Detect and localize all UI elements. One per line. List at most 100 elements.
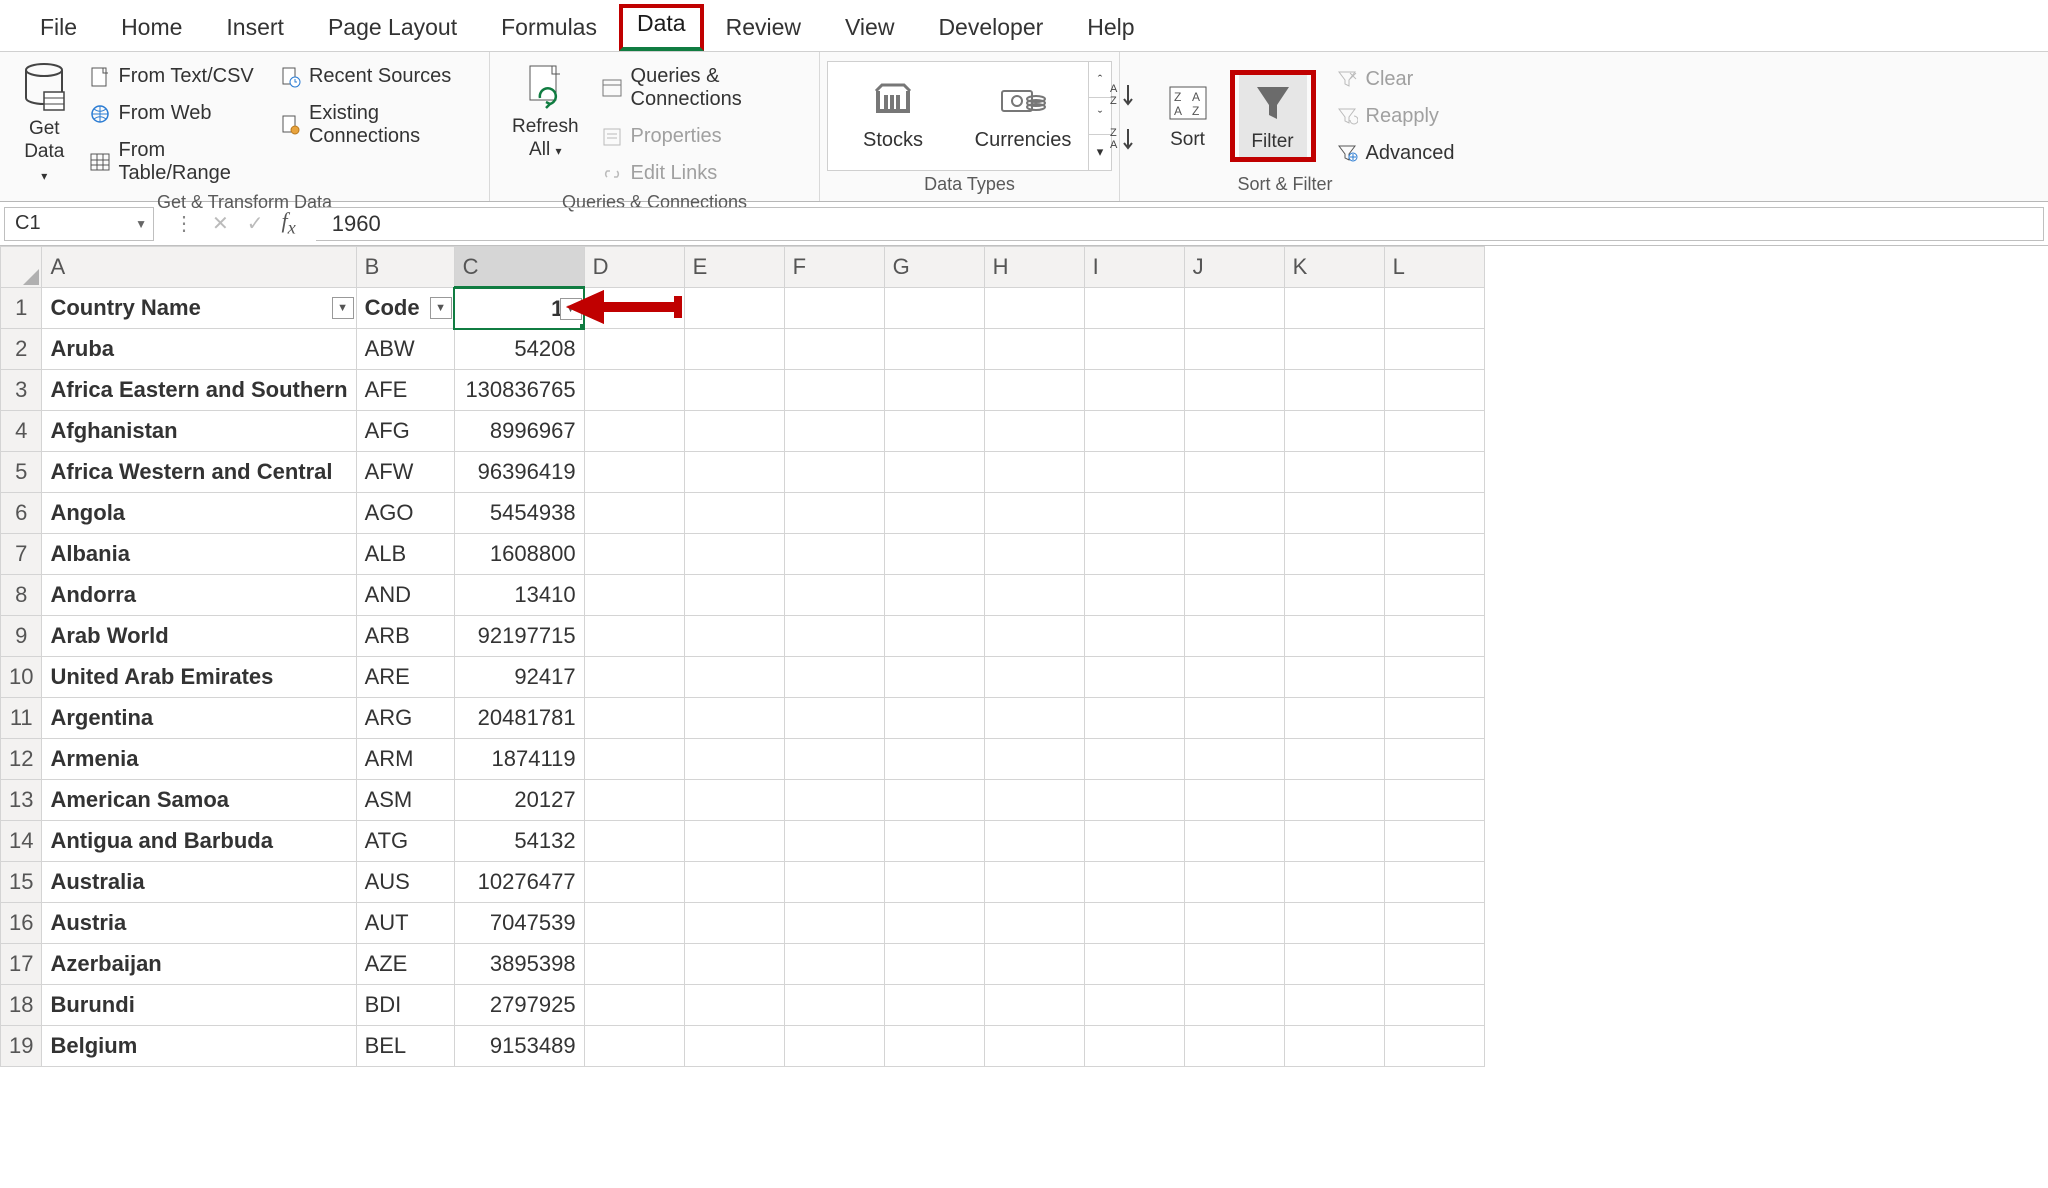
- cell[interactable]: [984, 452, 1084, 493]
- tab-review[interactable]: Review: [704, 6, 823, 51]
- name-box[interactable]: C1▼: [4, 207, 154, 241]
- cell[interactable]: [1384, 411, 1484, 452]
- cell[interactable]: [1184, 985, 1284, 1026]
- cell[interactable]: ARE: [356, 657, 454, 698]
- cell[interactable]: [684, 616, 784, 657]
- cell[interactable]: [1384, 821, 1484, 862]
- cell[interactable]: AUS: [356, 862, 454, 903]
- cell[interactable]: [884, 534, 984, 575]
- cell[interactable]: [1384, 616, 1484, 657]
- cell[interactable]: AND: [356, 575, 454, 616]
- cancel-icon[interactable]: ✕: [212, 211, 229, 236]
- cell[interactable]: [684, 370, 784, 411]
- cell[interactable]: [684, 657, 784, 698]
- col-header-H[interactable]: H: [984, 247, 1084, 288]
- cell[interactable]: AFG: [356, 411, 454, 452]
- cell[interactable]: [784, 370, 884, 411]
- cell[interactable]: [684, 698, 784, 739]
- cell[interactable]: [784, 534, 884, 575]
- cell[interactable]: [1284, 493, 1384, 534]
- cell[interactable]: Australia: [42, 862, 356, 903]
- cell[interactable]: [1384, 575, 1484, 616]
- cell[interactable]: [1284, 411, 1384, 452]
- sort-desc-icon[interactable]: ZA: [1110, 125, 1140, 151]
- row-header[interactable]: 11: [1, 698, 42, 739]
- cell[interactable]: [984, 329, 1084, 370]
- col-header-C[interactable]: C: [454, 247, 584, 288]
- cell[interactable]: [1084, 575, 1184, 616]
- from-web-button[interactable]: From Web: [83, 99, 261, 128]
- cell[interactable]: [1184, 821, 1284, 862]
- row-header[interactable]: 9: [1, 616, 42, 657]
- cell[interactable]: [1284, 657, 1384, 698]
- tab-insert[interactable]: Insert: [204, 6, 306, 51]
- cell[interactable]: [684, 534, 784, 575]
- cell[interactable]: [884, 698, 984, 739]
- row-header[interactable]: 17: [1, 944, 42, 985]
- cell[interactable]: Azerbaijan: [42, 944, 356, 985]
- cell[interactable]: [1084, 370, 1184, 411]
- cell[interactable]: [684, 575, 784, 616]
- row-header[interactable]: 3: [1, 370, 42, 411]
- cell[interactable]: [1184, 1026, 1284, 1067]
- cell[interactable]: [584, 780, 684, 821]
- col-header-E[interactable]: E: [684, 247, 784, 288]
- cell[interactable]: [784, 616, 884, 657]
- row-header[interactable]: 14: [1, 821, 42, 862]
- row-header[interactable]: 10: [1, 657, 42, 698]
- tab-file[interactable]: File: [18, 6, 99, 51]
- cell[interactable]: 96396419: [454, 452, 584, 493]
- cell[interactable]: [684, 329, 784, 370]
- cell[interactable]: [984, 698, 1084, 739]
- cell[interactable]: AFE: [356, 370, 454, 411]
- cell[interactable]: [984, 575, 1084, 616]
- cell[interactable]: 5454938: [454, 493, 584, 534]
- cell[interactable]: [1084, 616, 1184, 657]
- cell[interactable]: 54208: [454, 329, 584, 370]
- cell[interactable]: [584, 616, 684, 657]
- cell[interactable]: Africa Eastern and Southern: [42, 370, 356, 411]
- cell[interactable]: [584, 534, 684, 575]
- cell[interactable]: ARM: [356, 739, 454, 780]
- cell[interactable]: [784, 1026, 884, 1067]
- cell[interactable]: [1384, 1026, 1484, 1067]
- cell[interactable]: [884, 657, 984, 698]
- cell-selected[interactable]: 19▼: [454, 288, 584, 329]
- cell[interactable]: [1184, 370, 1284, 411]
- enter-icon[interactable]: ✓: [247, 211, 264, 236]
- options-icon[interactable]: ⋮: [174, 211, 194, 236]
- advanced-button[interactable]: Advanced: [1330, 139, 1461, 168]
- cell[interactable]: 92417: [454, 657, 584, 698]
- cell[interactable]: [684, 739, 784, 780]
- cell[interactable]: Country Name▼: [42, 288, 356, 329]
- cell[interactable]: [1084, 452, 1184, 493]
- cell[interactable]: Austria: [42, 903, 356, 944]
- cell[interactable]: [1284, 534, 1384, 575]
- cell[interactable]: [984, 780, 1084, 821]
- properties-button[interactable]: Properties: [595, 122, 801, 151]
- cell[interactable]: 54132: [454, 821, 584, 862]
- cell[interactable]: [1284, 288, 1384, 329]
- cell[interactable]: [1384, 862, 1484, 903]
- cell[interactable]: [784, 862, 884, 903]
- cell[interactable]: [984, 657, 1084, 698]
- cell[interactable]: [884, 944, 984, 985]
- cell[interactable]: [1184, 616, 1284, 657]
- from-text-csv-button[interactable]: From Text/CSV: [83, 62, 261, 91]
- cell[interactable]: [584, 575, 684, 616]
- cell[interactable]: [784, 944, 884, 985]
- row-header[interactable]: 1: [1, 288, 42, 329]
- fx-icon[interactable]: fx: [282, 208, 296, 238]
- cell[interactable]: [784, 288, 884, 329]
- filter-dropdown-icon[interactable]: ▼: [430, 297, 452, 319]
- data-types-gallery[interactable]: Stocks Currencies ˆ ˇ ▾: [827, 61, 1112, 171]
- cell[interactable]: [884, 370, 984, 411]
- cell[interactable]: [1284, 698, 1384, 739]
- cell[interactable]: [1084, 903, 1184, 944]
- cell[interactable]: Code▼: [356, 288, 454, 329]
- cell[interactable]: AGO: [356, 493, 454, 534]
- cell[interactable]: [684, 821, 784, 862]
- cell[interactable]: ATG: [356, 821, 454, 862]
- cell[interactable]: [984, 411, 1084, 452]
- cell[interactable]: ARB: [356, 616, 454, 657]
